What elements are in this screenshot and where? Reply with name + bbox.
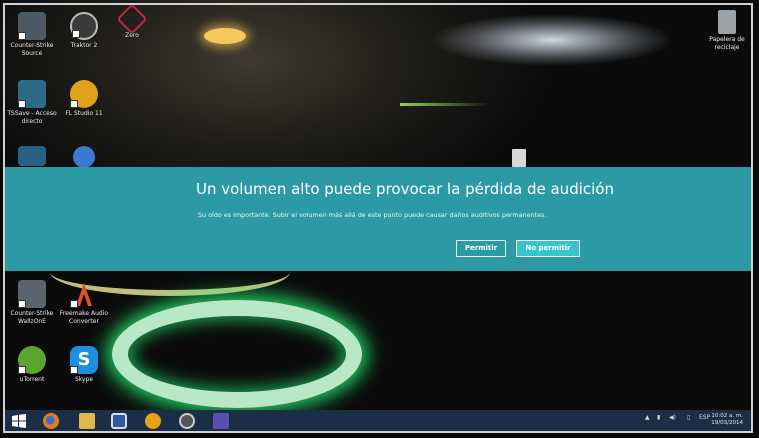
- counter-strike-wallz-icon: [18, 280, 46, 308]
- desktop-icon-partial-1[interactable]: [2, 146, 62, 166]
- window-app-icon: [18, 146, 46, 166]
- traktor-taskbar-icon[interactable]: [179, 413, 195, 429]
- taskbar: ▲ ▮ ◀) ▯ ESP 10:02 a. m. 19/03/2014: [5, 410, 753, 432]
- battery-icon[interactable]: ▯: [687, 414, 690, 421]
- desktop-file-icon[interactable]: [512, 149, 526, 167]
- tssave-icon: [18, 80, 46, 108]
- globe-browser-icon[interactable]: [145, 413, 161, 429]
- desktop-icon-counter-strike-wallz[interactable]: Counter-Strike WallzOnE: [2, 280, 62, 326]
- desktop-icon-utorrent[interactable]: uTorrent: [2, 346, 62, 384]
- gear-icon[interactable]: [213, 413, 229, 429]
- file-explorer-icon[interactable]: [79, 413, 95, 429]
- freemake-icon: [70, 280, 98, 308]
- desktop-icon-zero[interactable]: Zero: [102, 3, 162, 40]
- desktop-icon-tssave[interactable]: TSSave - Acceso directo: [2, 80, 62, 126]
- recycle-bin-icon: [718, 10, 736, 34]
- counter-strike-icon: [18, 12, 46, 40]
- music-app-icon: [73, 146, 95, 168]
- desktop-icon-fl-studio[interactable]: FL Studio 11: [54, 80, 114, 118]
- allow-button[interactable]: Permitir: [456, 240, 506, 257]
- desktop-icon-recycle-bin[interactable]: Papelera de reciclaje: [702, 10, 752, 52]
- clock-time: 10:02 a. m.: [711, 413, 743, 419]
- tray-expand-icon[interactable]: ▲: [645, 414, 650, 421]
- wallpaper-streak: [400, 103, 490, 106]
- volume-icon[interactable]: ◀): [669, 414, 676, 421]
- deny-button[interactable]: No permitir: [516, 240, 580, 257]
- dialog-title: Un volumen alto puede provocar la pérdid…: [196, 180, 614, 198]
- network-icon[interactable]: ▮: [657, 414, 660, 421]
- fl-studio-icon: [70, 80, 98, 108]
- clock-date: 19/03/2014: [711, 420, 743, 426]
- clock-app-icon[interactable]: [111, 413, 127, 429]
- utorrent-icon: [18, 346, 46, 374]
- desktop-icon-partial-2[interactable]: [54, 146, 114, 168]
- zero-app-icon: [116, 3, 148, 35]
- start-button[interactable]: [11, 413, 27, 429]
- firefox-icon[interactable]: [43, 413, 59, 429]
- windows-logo-icon: [12, 414, 26, 428]
- wallpaper-green-ring: [112, 300, 362, 408]
- traktor-icon: [70, 12, 98, 40]
- dialog-message: Su oído es importante. Subir el volumen …: [198, 211, 547, 219]
- volume-warning-dialog: Un volumen alto puede provocar la pérdid…: [5, 167, 753, 271]
- desktop-icon-counter-strike-source[interactable]: Counter-Strike Source: [2, 12, 62, 58]
- desktop-icon-freemake[interactable]: Freemake Audio Converter: [54, 280, 114, 326]
- skype-icon: S: [70, 346, 98, 374]
- desktop-icon-skype[interactable]: S Skype: [54, 346, 114, 384]
- wallpaper-light: [204, 28, 246, 44]
- language-indicator[interactable]: ESP: [699, 414, 710, 421]
- taskbar-clock[interactable]: 10:02 a. m. 19/03/2014: [711, 413, 743, 427]
